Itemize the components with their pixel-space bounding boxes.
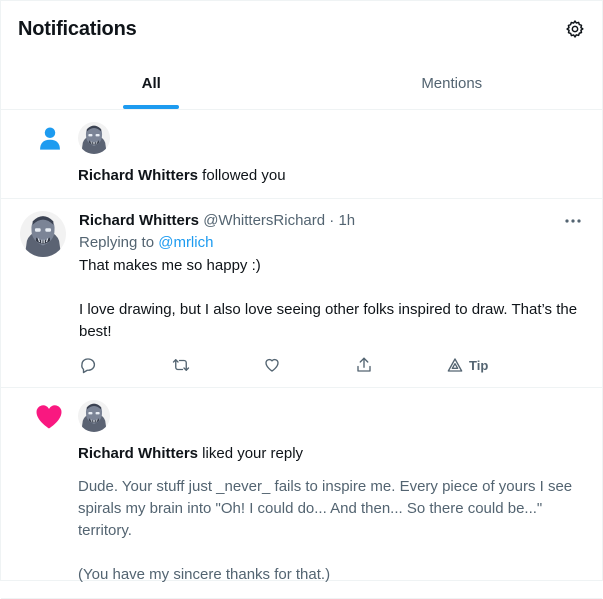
action-text: followed you (198, 167, 286, 184)
tab-bar: All Mentions (1, 57, 602, 110)
tab-label: All (141, 74, 161, 92)
notifications-panel: Notifications All Mentions Richard Whitt… (0, 0, 603, 599)
notification-follow[interactable]: Richard Whitters followed you (1, 110, 602, 199)
like-button[interactable] (263, 356, 355, 374)
tweet-meta: Richard Whitters @WhittersRichard · 1h (79, 211, 586, 231)
tab-label: Mentions (421, 74, 483, 92)
separator: · (329, 212, 335, 229)
retweet-icon (172, 359, 190, 371)
tweet-actions: Tip (79, 355, 586, 375)
user-handle[interactable]: @WhittersRichard (203, 212, 325, 229)
heart-icon (36, 405, 62, 429)
replying-to-link[interactable]: @mrlich (158, 234, 213, 251)
tweet-reply[interactable]: Richard Whitters @WhittersRichard · 1h R… (1, 199, 602, 388)
page-title: Notifications (18, 17, 137, 40)
notification-icon-column (1, 122, 78, 186)
notification-like[interactable]: Richard Whitters liked your reply Dude. … (1, 388, 602, 599)
tweet-avatar-column (20, 211, 79, 375)
tip-button[interactable]: Tip (447, 357, 539, 373)
notification-text: Richard Whitters liked your reply (78, 444, 586, 464)
retweet-button[interactable] (171, 356, 263, 374)
tab-all[interactable]: All (1, 57, 302, 109)
tweet-text: That makes me so happy :) I love drawing… (79, 257, 578, 340)
more-options-icon[interactable] (562, 211, 584, 231)
notification-icon-column (1, 400, 78, 586)
tip-icon (447, 358, 463, 372)
reply-button[interactable] (79, 356, 171, 374)
share-icon (357, 357, 371, 372)
user-name[interactable]: Richard Whitters (78, 445, 198, 462)
notification-content: Richard Whitters followed you (78, 122, 586, 186)
user-name[interactable]: Richard Whitters (79, 212, 199, 229)
tip-label: Tip (469, 357, 489, 373)
header: Notifications (1, 1, 602, 57)
quoted-reply-text: Dude. Your stuff just _never_ fails to i… (78, 478, 573, 583)
avatar[interactable] (20, 211, 66, 257)
heart-outline-icon (265, 358, 279, 372)
replying-to: Replying to @mrlich (79, 233, 586, 253)
notification-content: Richard Whitters liked your reply Dude. … (78, 400, 586, 586)
avatar[interactable] (78, 400, 110, 432)
reply-icon (81, 358, 96, 374)
user-name[interactable]: Richard Whitters (78, 167, 198, 184)
active-tab-indicator (123, 105, 180, 109)
tweet-body: Richard Whitters @WhittersRichard · 1h R… (79, 211, 586, 375)
notification-text: Richard Whitters followed you (78, 166, 586, 186)
action-text: liked your reply (198, 445, 304, 462)
tweet-time[interactable]: 1h (338, 212, 355, 229)
tab-mentions[interactable]: Mentions (302, 57, 603, 109)
replying-prefix: Replying to (79, 234, 159, 251)
person-icon (40, 127, 60, 150)
avatar[interactable] (78, 122, 110, 154)
gear-icon[interactable] (564, 18, 586, 40)
share-button[interactable] (355, 356, 447, 374)
